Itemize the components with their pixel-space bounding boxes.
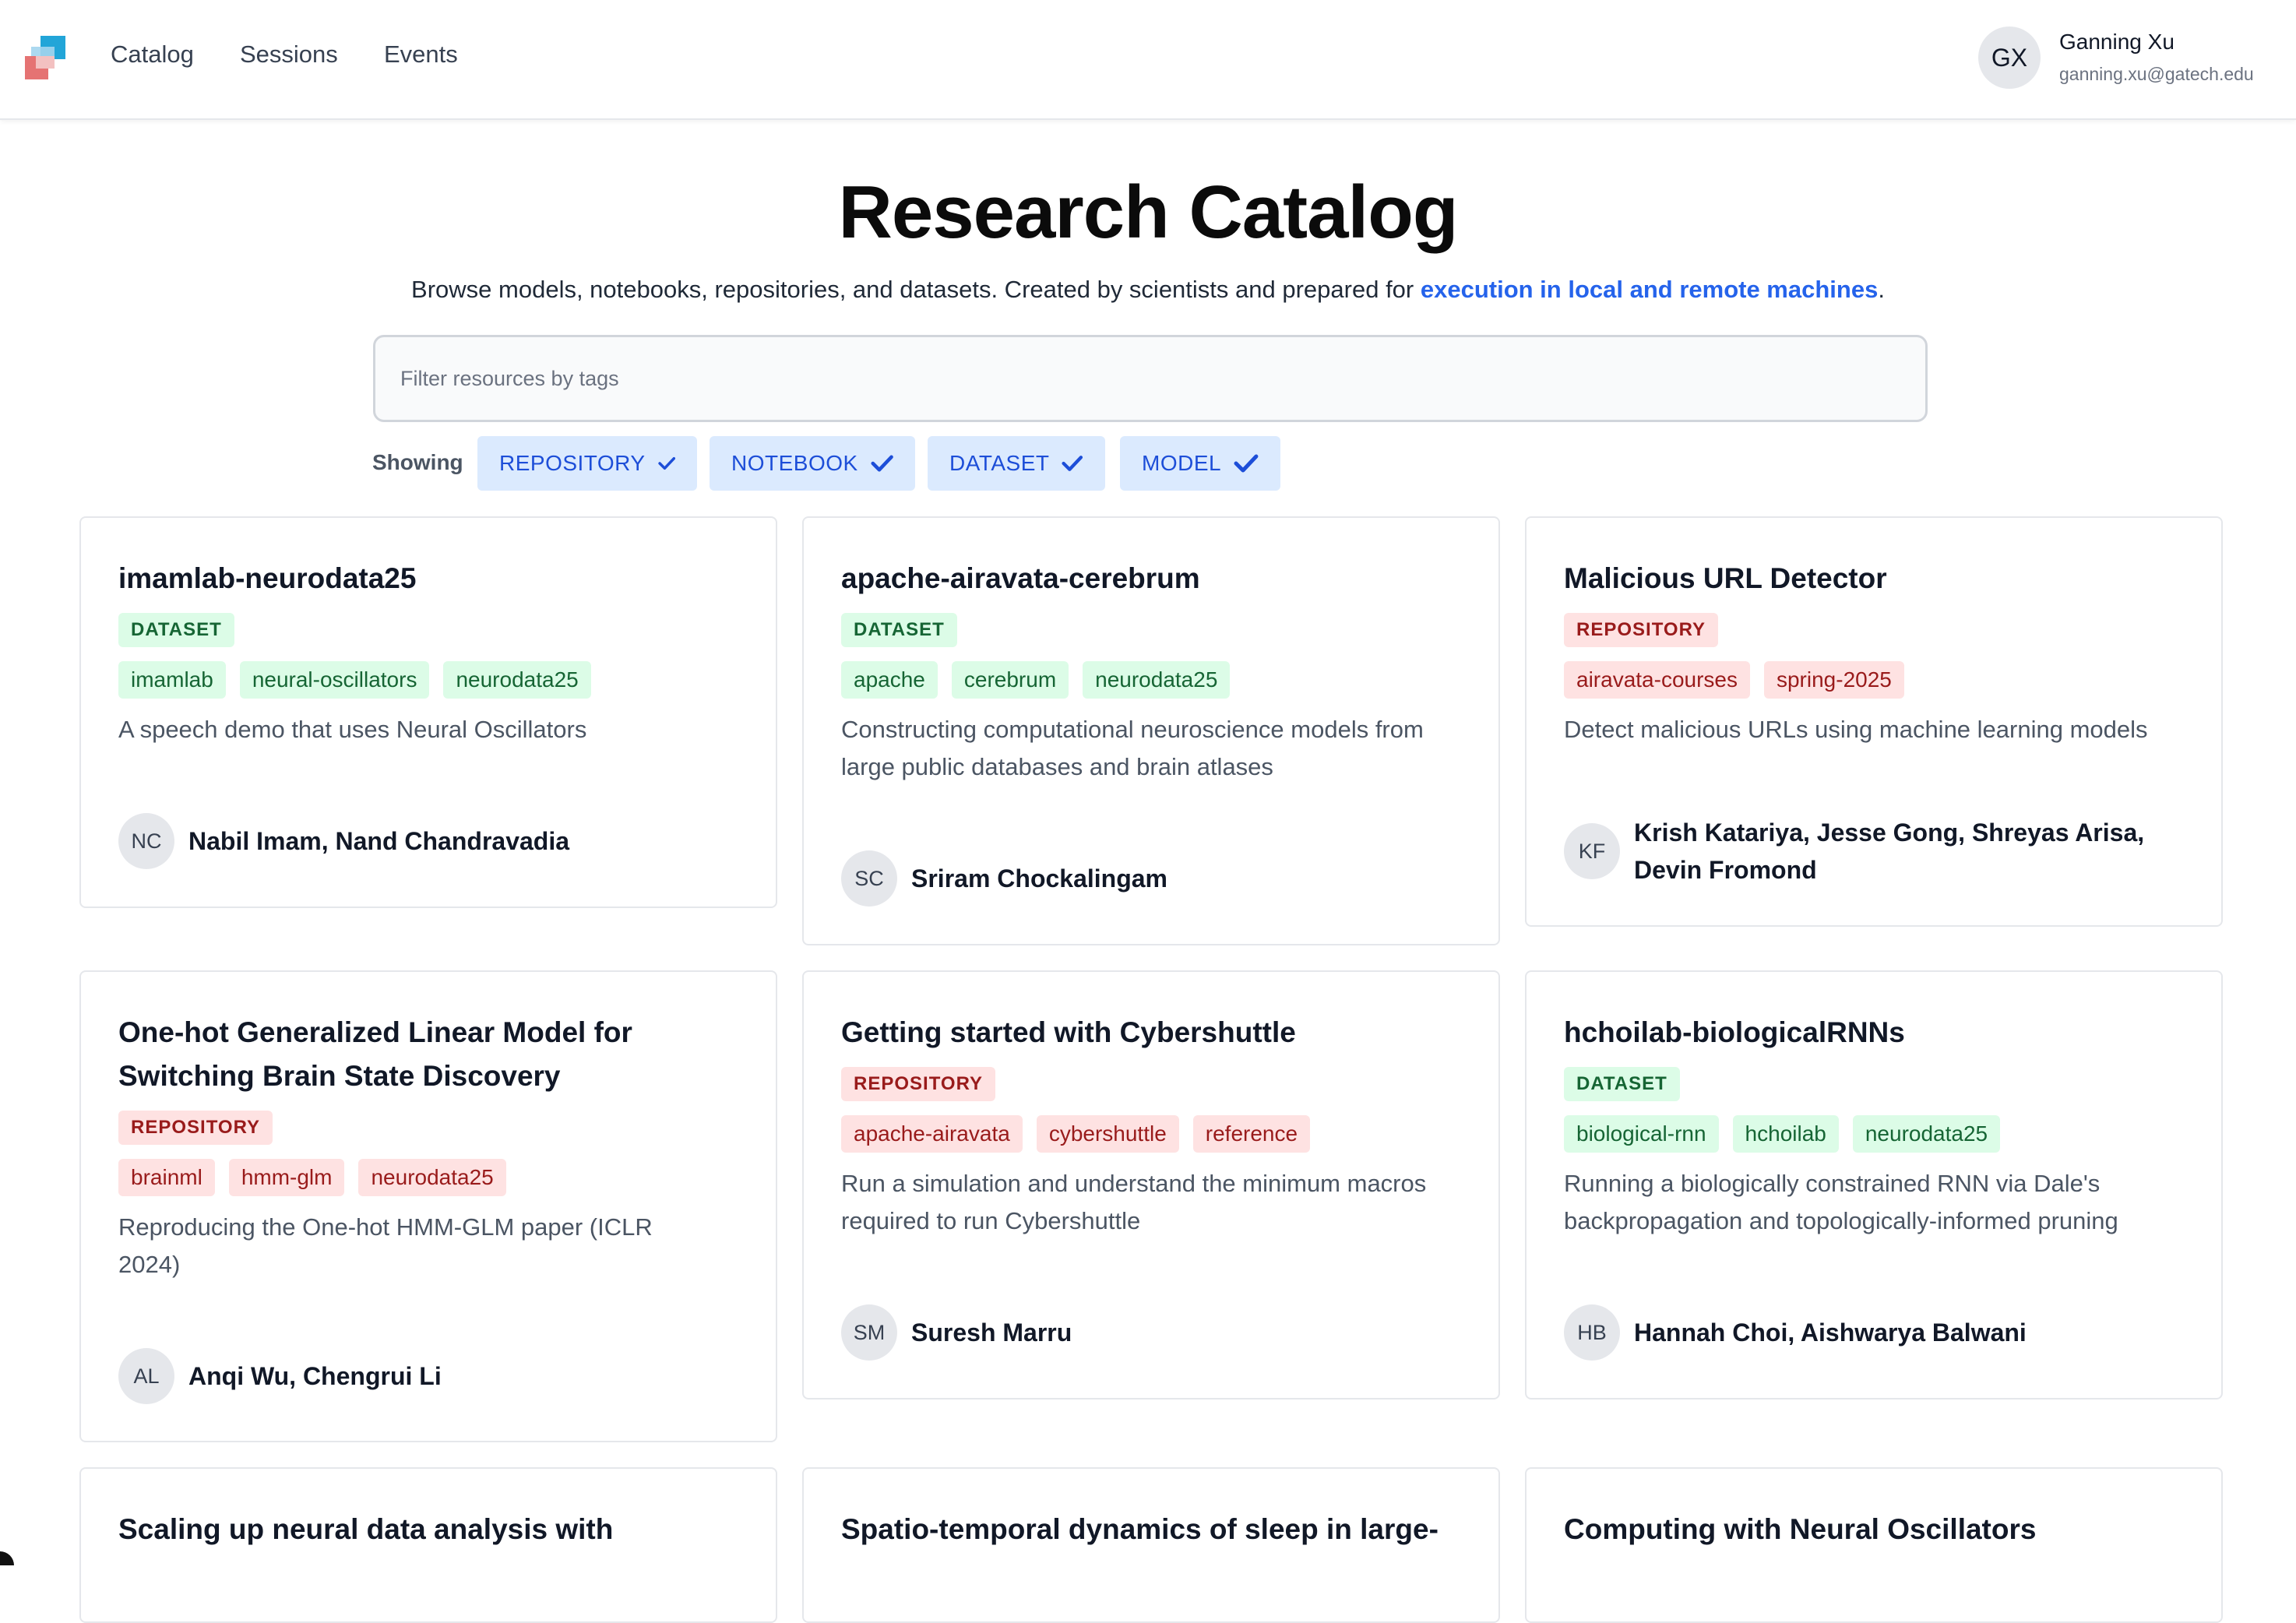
author-row: AL Anqi Wu, Chengrui Li: [118, 1348, 442, 1404]
tag[interactable]: apache: [841, 661, 938, 699]
user-name: Ganning Xu: [2059, 30, 2175, 54]
tag[interactable]: reference: [1192, 1115, 1311, 1153]
resource-card[interactable]: Spatio-temporal dynamics of sleep in lar…: [802, 1467, 1500, 1623]
subtitle-end: .: [1878, 276, 1885, 303]
check-icon: [1062, 456, 1083, 471]
tag[interactable]: apache-airavata: [841, 1115, 1023, 1153]
resource-card[interactable]: apache-airavata-cerebrum DATASET apache …: [802, 516, 1500, 945]
chip-label: MODEL: [1142, 451, 1222, 475]
tag-list: biological-rnn hchoilab neurodata25: [1564, 1115, 2184, 1153]
subtitle-text: Browse models, notebooks, repositories, …: [411, 276, 1421, 303]
nav-link-sessions[interactable]: Sessions: [240, 40, 338, 69]
author-names: Krish Katariya, Jesse Gong, Shreyas Aris…: [1634, 819, 2145, 884]
card-description: Detect malicious URLs using machine lear…: [1564, 716, 2148, 743]
page-subtitle: Browse models, notebooks, repositories, …: [0, 276, 2296, 304]
chip-label: REPOSITORY: [499, 451, 646, 475]
tag[interactable]: spring-2025: [1763, 661, 1904, 699]
check-icon: [1234, 454, 1259, 473]
tag[interactable]: neurodata25: [1852, 1115, 2001, 1153]
author-names: Nabil Imam, Nand Chandravadia: [188, 827, 570, 855]
type-badge: REPOSITORY: [118, 1111, 273, 1145]
card-title: Malicious URL Detector: [1564, 562, 1887, 594]
resource-card[interactable]: Scaling up neural data analysis with: [79, 1467, 777, 1623]
resource-card[interactable]: Getting started with Cybershuttle REPOSI…: [802, 970, 1500, 1399]
resource-card[interactable]: Computing with Neural Oscillators: [1525, 1467, 2223, 1623]
tag[interactable]: imamlab: [118, 661, 226, 699]
tag[interactable]: cerebrum: [951, 661, 1069, 699]
author-avatar: AL: [118, 1348, 174, 1404]
card-title: Computing with Neural Oscillators: [1564, 1513, 2037, 1545]
tag[interactable]: hchoilab: [1732, 1115, 1839, 1153]
card-title: Spatio-temporal dynamics of sleep in lar…: [841, 1513, 1439, 1545]
tag-list: apache cerebrum neurodata25: [841, 661, 1461, 699]
type-badge: REPOSITORY: [841, 1067, 996, 1101]
tag[interactable]: hmm-glm: [228, 1159, 345, 1196]
author-names: Hannah Choi, Aishwarya Balwani: [1634, 1318, 2027, 1347]
nav-link-events[interactable]: Events: [384, 40, 458, 69]
tag[interactable]: neurodata25: [1083, 661, 1231, 699]
author-names: Suresh Marru: [911, 1318, 1072, 1347]
tag[interactable]: neural-oscillators: [239, 661, 430, 699]
author-names: Anqi Wu, Chengrui Li: [188, 1362, 442, 1390]
author-avatar: HB: [1564, 1304, 1620, 1361]
author-row: HB Hannah Choi, Aishwarya Balwani: [1564, 1304, 2027, 1361]
card-title: One-hot Generalized Linear Model for Swi…: [118, 1016, 632, 1092]
filter-chip-repository[interactable]: REPOSITORY: [477, 436, 697, 491]
showing-label: Showing: [372, 450, 463, 474]
author-avatar: NC: [118, 813, 174, 869]
author-row: SC Sriram Chockalingam: [841, 850, 1167, 907]
card-title: hchoilab-biologicalRNNs: [1564, 1016, 1905, 1048]
filter-chip-notebook[interactable]: NOTEBOOK: [710, 436, 915, 491]
card-description: Reproducing the One-hot HMM-GLM paper (I…: [118, 1213, 653, 1278]
tag[interactable]: brainml: [118, 1159, 215, 1196]
card-title: Scaling up neural data analysis with: [118, 1513, 614, 1545]
author-row: SM Suresh Marru: [841, 1304, 1072, 1361]
tag-list: imamlab neural-oscillators neurodata25: [118, 661, 738, 699]
author-names: Sriram Chockalingam: [911, 864, 1167, 892]
tag[interactable]: neurodata25: [358, 1159, 506, 1196]
app-logo-icon[interactable]: [25, 36, 72, 81]
resource-card[interactable]: hchoilab-biologicalRNNs DATASET biologic…: [1525, 970, 2223, 1399]
tag[interactable]: neurodata25: [443, 661, 591, 699]
author-avatar: SM: [841, 1304, 897, 1361]
author-avatar: KF: [1564, 823, 1620, 879]
tag-filter-input[interactable]: [373, 335, 1928, 422]
tag[interactable]: cybershuttle: [1036, 1115, 1179, 1153]
card-description: Running a biologically constrained RNN v…: [1564, 1170, 2118, 1234]
tag-list: apache-airavata cybershuttle reference: [841, 1115, 1461, 1153]
author-row: KF Krish Katariya, Jesse Gong, Shreyas A…: [1564, 814, 2179, 889]
resource-card[interactable]: imamlab-neurodata25 DATASET imamlab neur…: [79, 516, 777, 908]
nav-link-catalog[interactable]: Catalog: [111, 40, 194, 69]
card-title: Getting started with Cybershuttle: [841, 1016, 1296, 1048]
window-corner: [0, 1551, 14, 1565]
type-badge: DATASET: [118, 613, 234, 647]
tag[interactable]: biological-rnn: [1564, 1115, 1719, 1153]
page-title: Research Catalog: [838, 171, 1459, 254]
author-avatar: SC: [841, 850, 897, 907]
chip-label: NOTEBOOK: [731, 451, 858, 475]
card-title: imamlab-neurodata25: [118, 562, 417, 594]
card-title: apache-airavata-cerebrum: [841, 562, 1200, 594]
filter-chip-model[interactable]: MODEL: [1120, 436, 1280, 491]
tag[interactable]: airavata-courses: [1564, 661, 1750, 699]
author-row: NC Nabil Imam, Nand Chandravadia: [118, 813, 569, 869]
user-avatar[interactable]: GX: [1978, 26, 2041, 89]
execution-link[interactable]: execution in local and remote machines: [1421, 276, 1878, 303]
resource-card[interactable]: One-hot Generalized Linear Model for Swi…: [79, 970, 777, 1442]
card-description: Constructing computational neuroscience …: [841, 716, 1424, 780]
type-badge: DATASET: [1564, 1067, 1680, 1101]
card-description: Run a simulation and understand the mini…: [841, 1170, 1427, 1234]
chip-label: DATASET: [949, 451, 1050, 475]
filter-chip-dataset[interactable]: DATASET: [928, 436, 1105, 491]
type-badge: REPOSITORY: [1564, 613, 1719, 647]
tag-list: brainml hmm-glm neurodata25: [118, 1159, 738, 1196]
card-description: A speech demo that uses Neural Oscillato…: [118, 716, 587, 743]
resource-card[interactable]: Malicious URL Detector REPOSITORY airava…: [1525, 516, 2223, 927]
type-badge: DATASET: [841, 613, 957, 647]
check-icon: [657, 456, 675, 470]
tag-list: airavata-courses spring-2025: [1564, 661, 2184, 699]
top-navbar: Catalog Sessions Events GX Ganning Xu ga…: [0, 0, 2296, 120]
check-icon: [871, 455, 893, 472]
user-email: ganning.xu@gatech.edu: [2059, 64, 2254, 84]
